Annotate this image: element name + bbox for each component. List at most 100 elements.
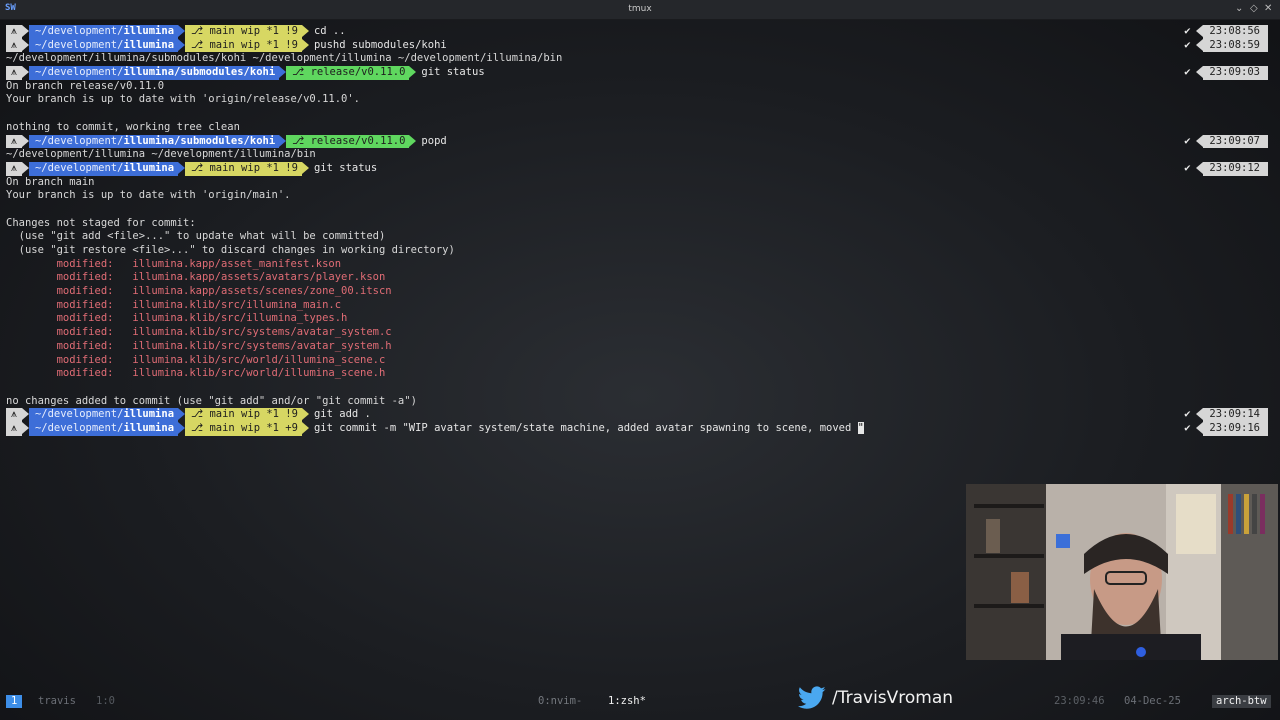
tmux-window-nvim[interactable]: 0:nvim- — [538, 695, 582, 708]
prompt-line: ⩚ ~/development/illumina ⎇ main wip *1 !9 g… — [6, 408, 1268, 422]
modified-file: modified: illumina.klib/src/world/illumi… — [6, 353, 386, 366]
prompt-line: ⩚ ~/development/illumina ⎇ main wip *1 !9 p… — [6, 38, 1268, 53]
prompt-git-branch: ⎇ release/v0.11.0 — [286, 66, 417, 80]
prompt-directory: ~/development/illumina/submodules/kohi — [28, 66, 287, 80]
arch-linux-icon: ⩚ — [6, 25, 29, 39]
prompt-timestamp: 23:09:12 — [1196, 161, 1268, 176]
modified-file: modified: illumina.kapp/assets/avatars/p… — [6, 271, 386, 284]
modified-file: modified: illumina.klib/src/systems/avat… — [6, 326, 392, 339]
prompt-timestamp: 23:09:14 — [1196, 408, 1268, 422]
command-text: git status — [313, 161, 378, 174]
output-text: no changes added to commit (use "git add… — [6, 394, 417, 407]
webcam-image — [966, 484, 1278, 660]
prompt-timestamp: 23:09:03 — [1196, 66, 1268, 80]
session-number: 1 — [6, 695, 23, 708]
modified-file: modified: illumina.klib/src/systems/avat… — [6, 339, 392, 352]
command-text: git commit -m "WIP avatar system/state m… — [313, 421, 858, 434]
prompt-directory: ~/development/illumina — [28, 25, 186, 39]
prompt-timestamp: 23:08:56 — [1196, 25, 1268, 39]
prompt-directory: ~/development/illumina — [28, 161, 186, 176]
dir-name: illumina/submodules/kohi — [123, 66, 276, 79]
arch-linux-icon: ⩚ — [6, 38, 29, 53]
modified-file: modified: illumina.klib/src/illumina_mai… — [6, 298, 342, 311]
prompt-directory: ~/development/illumina — [28, 421, 186, 436]
output-text: Your branch is up to date with 'origin/r… — [6, 93, 361, 106]
output-line: (use "git restore <file>..." to discard … — [6, 244, 1268, 258]
right-prompt: ✔ 23:09:16 — [1177, 421, 1268, 436]
window-title: tmux — [628, 4, 652, 14]
session-name: travis — [38, 695, 76, 707]
modified-file: modified: illumina.kapp/assets/scenes/zo… — [6, 285, 392, 298]
command-text: popd — [421, 134, 447, 147]
tmux-status-bar: 1 travis 1:0 0:nvim- 1:zsh* 23:09:46 04-… — [6, 695, 1274, 708]
output-line: On branch release/v0.11.0 — [6, 80, 1268, 94]
output-line: Changes not staged for commit: — [6, 217, 1268, 231]
output-line: modified: illumina.klib/src/illumina_mai… — [6, 299, 1268, 313]
output-line: modified: illumina.klib/src/world/illumi… — [6, 367, 1268, 381]
window-titlebar: SW tmux ⌄ ◇ ✕ — [0, 0, 1280, 20]
modified-file: modified: illumina.klib/src/illumina_typ… — [6, 312, 348, 325]
modified-file: modified: illumina.kapp/asset_manifest.k… — [6, 257, 342, 270]
output-text: (use "git add <file>..." to update what … — [6, 230, 386, 243]
prompt-directory: ~/development/illumina — [28, 38, 186, 53]
close-icon[interactable]: ✕ — [1264, 3, 1272, 14]
output-text: Changes not staged for commit: — [6, 216, 196, 229]
modified-file: modified: illumina.klib/src/world/illumi… — [6, 367, 386, 380]
output-line: modified: illumina.kapp/asset_manifest.k… — [6, 258, 1268, 272]
dir-prefix: ~/development/ — [34, 66, 124, 79]
right-prompt: ✔ 23:09:14 — [1177, 408, 1268, 422]
dir-name: illumina — [123, 421, 175, 434]
output-line: On branch main — [6, 176, 1268, 190]
status-hostname: arch-btw — [1212, 695, 1271, 708]
check-icon: ✔ — [1184, 134, 1191, 147]
prompt-git-branch: ⎇ main wip *1 !9 — [185, 38, 309, 53]
dir-name: illumina — [123, 161, 175, 174]
prompt-directory: ~/development/illumina/submodules/kohi — [28, 134, 287, 149]
check-icon: ✔ — [1184, 66, 1191, 79]
command-text: pushd submodules/kohi — [313, 38, 447, 51]
terminal-output[interactable]: ⩚ ~/development/illumina ⎇ main wip *1 !9 c… — [6, 25, 1268, 436]
command-text: git status — [421, 66, 485, 79]
prompt-directory: ~/development/illumina — [28, 408, 186, 422]
output-text: ~/development/illumina ~/development/ill… — [6, 148, 316, 161]
dir-name: illumina — [123, 25, 175, 37]
arch-linux-icon: ⩚ — [6, 134, 29, 149]
pane-index: 1:0 — [96, 695, 115, 707]
command-text: git add . — [313, 408, 371, 421]
dir-name: illumina/submodules/kohi — [123, 134, 276, 147]
prompt-timestamp: 23:08:59 — [1196, 38, 1268, 53]
check-icon: ✔ — [1184, 38, 1191, 51]
prompt-timestamp: 23:09:16 — [1196, 421, 1268, 436]
output-text: On branch main — [6, 175, 95, 188]
right-prompt: ✔ 23:08:59 — [1177, 38, 1268, 53]
prompt-line: ⩚ ~/development/illumina ⎇ main wip *1 !9 g… — [6, 161, 1268, 176]
check-icon: ✔ — [1184, 25, 1191, 37]
right-prompt: ✔ 23:08:56 — [1177, 25, 1268, 39]
output-line: nothing to commit, working tree clean — [6, 121, 1268, 135]
dir-prefix: ~/development/ — [34, 421, 124, 434]
arch-linux-icon: ⩚ — [6, 408, 29, 422]
output-line: Your branch is up to date with 'origin/r… — [6, 93, 1268, 107]
output-line: ~/development/illumina/submodules/kohi ~… — [6, 52, 1268, 66]
output-line: ~/development/illumina ~/development/ill… — [6, 148, 1268, 162]
check-icon: ✔ — [1184, 421, 1191, 434]
diamond-icon[interactable]: ◇ — [1250, 3, 1258, 14]
dir-name: illumina — [123, 408, 175, 421]
text-cursor: " — [857, 421, 864, 434]
prompt-git-branch: ⎇ release/v0.11.0 — [286, 134, 417, 149]
output-line: modified: illumina.klib/src/systems/avat… — [6, 340, 1268, 354]
chevron-down-icon[interactable]: ⌄ — [1235, 3, 1243, 14]
output-line: (use "git add <file>..." to update what … — [6, 230, 1268, 244]
prompt-line: ⩚ ~/development/illumina ⎇ main wip *1 +9 g… — [6, 421, 1268, 436]
arch-linux-icon: ⩚ — [6, 421, 29, 436]
right-prompt: ✔ 23:09:12 — [1177, 161, 1268, 176]
right-prompt: ✔ 23:09:03 — [1177, 66, 1268, 80]
output-line: modified: illumina.kapp/assets/scenes/zo… — [6, 285, 1268, 299]
arch-linux-icon: ⩚ — [6, 66, 29, 80]
prompt-git-branch: ⎇ main wip *1 !9 — [185, 25, 309, 39]
prompt-git-branch: ⎇ main wip *1 !9 — [185, 408, 309, 422]
output-text: ~/development/illumina/submodules/kohi ~… — [6, 52, 563, 65]
tmux-window-zsh-active[interactable]: 1:zsh* — [608, 695, 646, 708]
right-prompt: ✔ 23:09:07 — [1177, 134, 1268, 149]
